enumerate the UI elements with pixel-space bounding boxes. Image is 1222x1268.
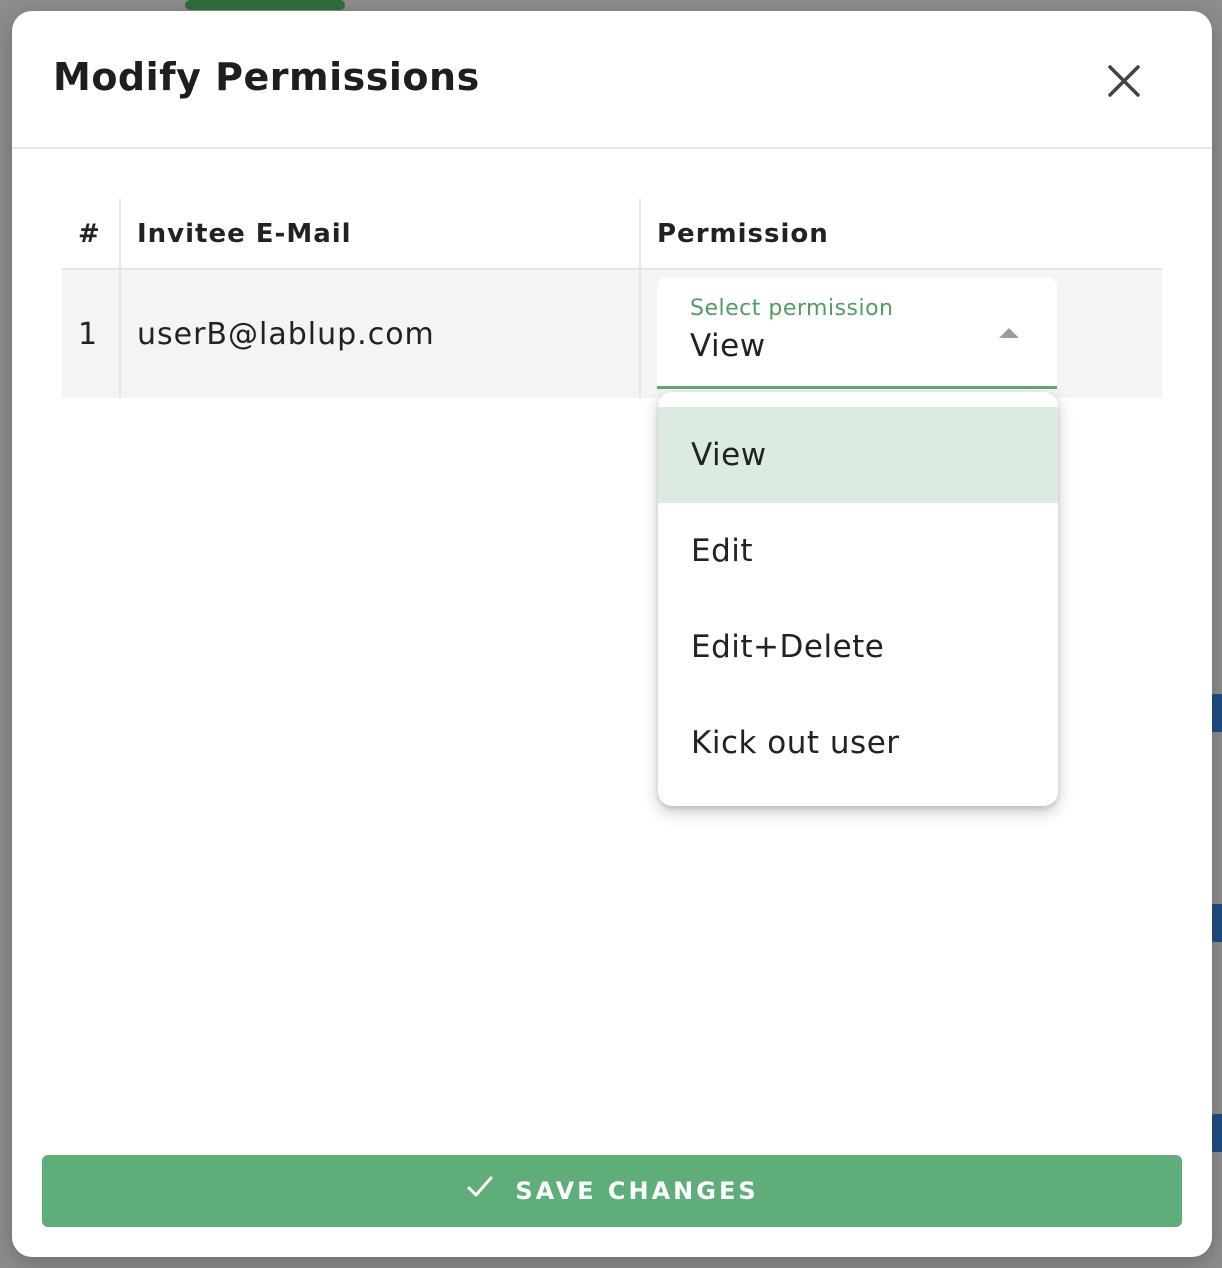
check-icon [467,1176,493,1197]
permission-select[interactable]: Select permission View [657,278,1057,389]
option-edit[interactable]: Edit [658,503,1058,599]
dialog-title: Modify Permissions [53,55,480,99]
option-view[interactable]: View [658,407,1058,503]
permission-cell: Select permission View [641,270,1162,398]
close-icon [1108,65,1140,97]
modify-permissions-dialog: Modify Permissions # Invitee E-Mail Perm… [12,11,1212,1257]
column-header-index: # [62,199,121,268]
close-button[interactable] [1100,57,1148,105]
background-fragment [1212,1114,1222,1152]
permission-select-value: View [690,328,766,364]
background-fragment [1212,904,1222,942]
permissions-table: # Invitee E-Mail Permission 1 userB@labl… [62,199,1162,398]
row-index: 1 [62,270,121,398]
invitee-email: userB@lablup.com [121,270,641,398]
option-edit-delete[interactable]: Edit+Delete [658,599,1058,695]
background-fragment [185,0,345,10]
table-row: 1 userB@lablup.com Select permission Vie… [62,270,1162,398]
column-header-email: Invitee E-Mail [121,199,641,268]
background-fragment [1212,694,1222,732]
permission-options-menu: View Edit Edit+Delete Kick out user [658,392,1058,806]
save-changes-button[interactable]: SAVE CHANGES [42,1155,1182,1227]
save-button-label: SAVE CHANGES [515,1177,759,1205]
dialog-header: Modify Permissions [12,11,1212,149]
option-kick-out-user[interactable]: Kick out user [658,695,1058,791]
arrow-up-icon [999,328,1019,338]
column-header-permission: Permission [657,218,829,249]
permission-select-label: Select permission [690,296,894,321]
table-header: # Invitee E-Mail Permission [62,199,1162,270]
